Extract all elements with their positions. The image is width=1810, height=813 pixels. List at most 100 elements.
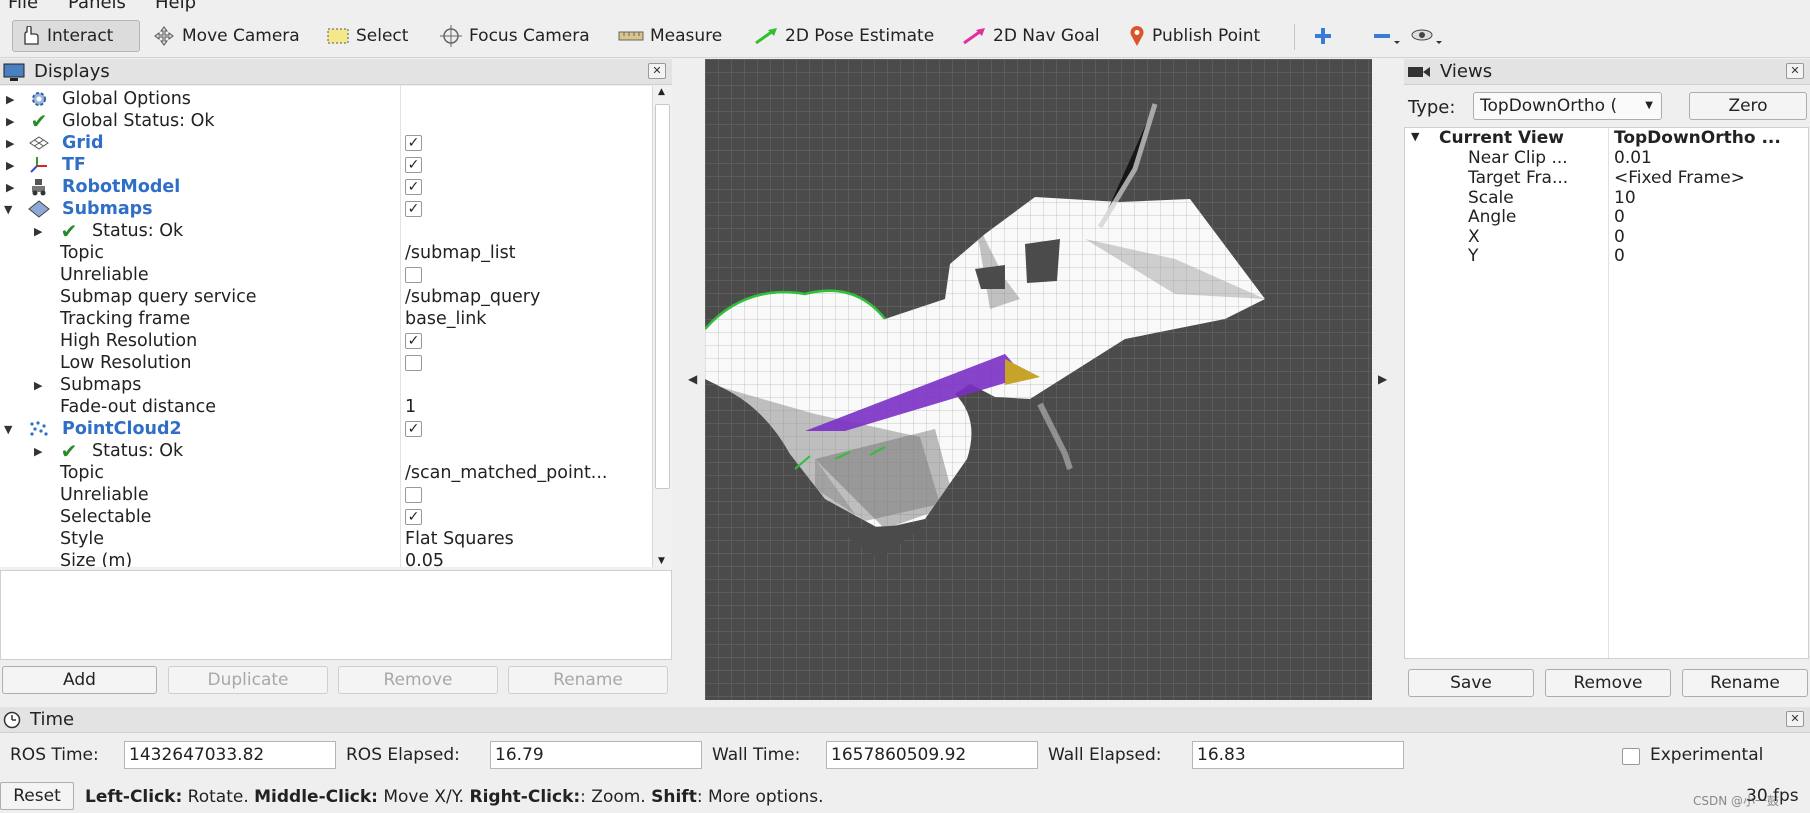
scrollbar-thumb[interactable] [655,104,670,489]
expand-arrow-icon[interactable]: ▶ [34,225,42,238]
unreliable-checkbox[interactable] [405,267,422,283]
panels-visibility-button[interactable] [1404,20,1450,52]
topic-value[interactable]: /submap_list [405,243,516,263]
collapse-arrow-icon[interactable]: ▼ [4,423,12,436]
reset-button[interactable]: Reset [0,782,74,810]
ros-time-field[interactable]: 1432647033.82 [124,741,336,769]
row-name: Topic [60,243,105,263]
pointcloud2-topic-value[interactable]: /scan_matched_point... [405,463,608,483]
ros-elapsed-field[interactable]: 16.79 [490,741,702,769]
view-prop-value[interactable]: 0.01 [1614,148,1652,168]
menu-file[interactable]: File [8,0,38,13]
tracking-frame-value[interactable]: base_link [405,309,486,329]
scroll-down-icon[interactable]: ▼ [658,556,665,566]
view-prop-value[interactable]: 0 [1614,207,1625,227]
displays-close-button[interactable]: ✕ [648,63,666,79]
tree-row-pointcloud2-topic[interactable]: Topic /scan_matched_point... [0,462,652,484]
row-name: PointCloud2 [62,419,182,439]
menu-help[interactable]: Help [155,0,196,13]
tree-row-global-options[interactable]: ▶ Global Options [0,88,652,110]
tree-row-fade-out-distance[interactable]: Fade-out distance 1 [0,396,652,418]
zero-view-button[interactable]: Zero [1689,92,1807,120]
tree-row-submap-query-service[interactable]: Submap query service /submap_query [0,286,652,308]
tree-row-tracking-frame[interactable]: Tracking frame base_link [0,308,652,330]
rename-view-button[interactable]: Rename [1682,669,1808,697]
high-resolution-checkbox[interactable]: ✓ [405,333,422,349]
tree-row-submaps-status[interactable]: ▶ ✔ Status: Ok [0,219,652,243]
tree-row-grid[interactable]: ▶ Grid ✓ [0,132,652,154]
expand-arrow-icon[interactable]: ▶ [6,93,14,106]
add-display-button[interactable]: Add [2,666,157,694]
tree-row-pointcloud2-status[interactable]: ▶ ✔ Status: Ok [0,439,652,463]
expand-arrow-icon[interactable]: ▶ [6,159,14,172]
left-panel-collapse-icon[interactable]: ◀ [688,372,697,386]
focus-camera-tool-button[interactable]: Focus Camera [433,20,596,52]
tree-row-size[interactable]: Size (m) 0.05 [0,550,652,567]
view-prop-value[interactable]: 0 [1614,246,1625,266]
tree-row-topic[interactable]: Topic /submap_list [0,242,652,264]
save-view-button[interactable]: Save [1408,669,1534,697]
scroll-up-icon[interactable]: ▲ [658,87,665,97]
time-close-button[interactable]: ✕ [1786,711,1804,727]
tree-row-low-resolution[interactable]: Low Resolution [0,352,652,374]
select-tool-button[interactable]: Select [320,20,414,52]
experimental-checkbox[interactable] [1622,748,1640,765]
tree-row-selectable[interactable]: Selectable ✓ [0,506,652,528]
pose-estimate-tool-button[interactable]: 2D Pose Estimate [747,20,940,52]
add-tool-button[interactable] [1306,20,1340,52]
move-camera-tool-button[interactable]: Move Camera [146,20,306,52]
tree-row-pointcloud2[interactable]: ▼ PointCloud2 ✓ [0,418,652,440]
menu-panels[interactable]: Panels [68,0,126,13]
tree-row-high-resolution[interactable]: High Resolution ✓ [0,330,652,352]
tree-row-global-status[interactable]: ▶ ✔ Global Status: Ok [0,109,652,133]
interact-tool-button[interactable]: Interact [12,20,140,52]
displays-scrollbar[interactable]: ▲ ▼ [652,86,672,567]
measure-tool-button[interactable]: Measure [612,20,728,52]
focus-camera-label: Focus Camera [469,26,590,46]
size-value[interactable]: 0.05 [405,551,444,567]
expand-arrow-icon[interactable]: ▶ [6,181,14,194]
remove-view-button[interactable]: Remove [1545,669,1671,697]
selectable-checkbox[interactable]: ✓ [405,509,422,525]
fade-out-distance-value[interactable]: 1 [405,397,416,417]
low-resolution-checkbox[interactable] [405,355,422,371]
tree-row-robotmodel[interactable]: ▶ RobotModel ✓ [0,176,652,198]
expand-arrow-icon[interactable]: ▶ [34,445,42,458]
style-value[interactable]: Flat Squares [405,529,514,549]
remove-display-button[interactable]: Remove [338,666,498,694]
collapse-arrow-icon[interactable]: ▼ [4,203,12,216]
views-close-button[interactable]: ✕ [1786,63,1804,79]
submaps-enabled-checkbox[interactable]: ✓ [405,201,422,217]
tree-row-submaps-list[interactable]: ▶ Submaps [0,374,652,396]
view-prop-value[interactable]: 0 [1614,227,1625,247]
tree-row-submaps[interactable]: ▼ Submaps ✓ [0,198,652,220]
wall-elapsed-field[interactable]: 16.83 [1192,741,1404,769]
wall-time-field[interactable]: 1657860509.92 [826,741,1038,769]
view-prop-value[interactable]: <Fixed Frame> [1614,168,1745,188]
tree-row-style[interactable]: Style Flat Squares [0,528,652,550]
view-type-dropdown[interactable]: TopDownOrtho ( ▼ [1473,92,1662,120]
tf-enabled-checkbox[interactable]: ✓ [405,157,422,173]
fps-readout: 30 fps [1746,786,1799,806]
robotmodel-enabled-checkbox[interactable]: ✓ [405,179,422,195]
duplicate-display-button[interactable]: Duplicate [168,666,328,694]
pointcloud2-enabled-checkbox[interactable]: ✓ [405,421,422,437]
submap-query-service-value[interactable]: /submap_query [405,287,540,307]
remove-tool-button[interactable] [1366,20,1408,52]
view-type-label: Type: [1408,97,1456,118]
collapse-arrow-icon[interactable]: ▼ [1411,130,1419,150]
publish-point-tool-button[interactable]: Publish Point [1122,20,1266,52]
tree-row-unreliable[interactable]: Unreliable [0,264,652,286]
grid-enabled-checkbox[interactable]: ✓ [405,135,422,151]
pointcloud2-unreliable-checkbox[interactable] [405,487,422,503]
nav-goal-tool-button[interactable]: 2D Nav Goal [955,20,1106,52]
expand-arrow-icon[interactable]: ▶ [6,137,14,150]
view-prop-value[interactable]: 10 [1614,188,1636,208]
tree-row-tf[interactable]: ▶ TF ✓ [0,154,652,176]
rename-display-button[interactable]: Rename [508,666,668,694]
tree-row-pointcloud2-unreliable[interactable]: Unreliable [0,484,652,506]
right-panel-collapse-icon[interactable]: ▶ [1378,372,1387,386]
expand-arrow-icon[interactable]: ▶ [34,379,42,392]
render-viewport[interactable] [705,59,1372,700]
expand-arrow-icon[interactable]: ▶ [6,115,14,128]
